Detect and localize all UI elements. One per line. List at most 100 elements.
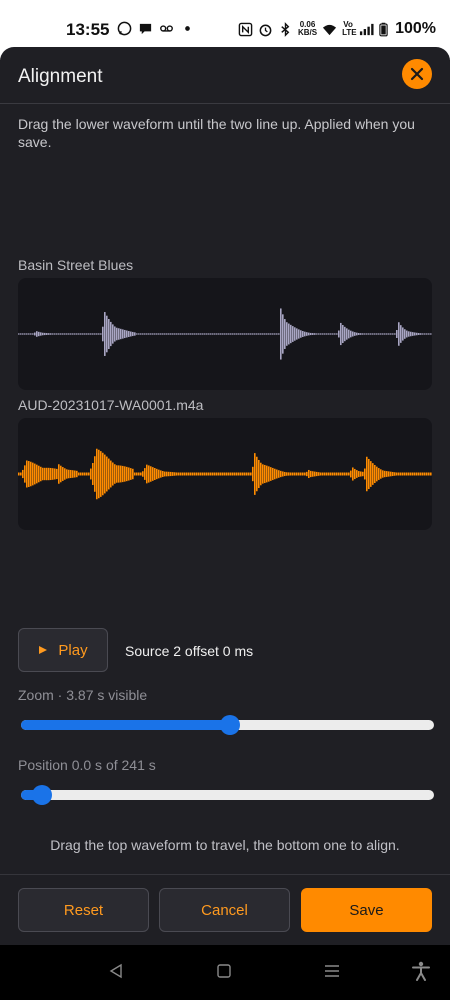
waveform-sample [84, 472, 86, 476]
waveform-sample [48, 333, 50, 335]
divider [0, 874, 450, 875]
waveform-sample [266, 333, 268, 335]
waveform-sample [74, 470, 76, 478]
play-button[interactable]: Play [18, 628, 108, 672]
waveform-sample [416, 332, 418, 336]
waveform-sample [320, 472, 322, 476]
home-icon[interactable] [216, 963, 232, 979]
waveform-sample [256, 333, 258, 335]
waveform-sample [222, 333, 224, 335]
reset-button[interactable]: Reset [18, 888, 149, 932]
waveform-sample [180, 333, 182, 335]
waveform-sample [298, 472, 300, 476]
waveform-sample [416, 472, 418, 476]
zoom-slider-thumb[interactable] [219, 715, 240, 735]
waveform-sample [200, 472, 202, 476]
waveform-sample [254, 333, 256, 335]
waveform-sample [276, 333, 278, 335]
waveform-sample [398, 472, 400, 476]
waveform-sample [26, 333, 28, 335]
waveform-sample [326, 472, 328, 476]
waveform-sample [388, 471, 390, 477]
close-button[interactable] [402, 59, 432, 89]
waveform-sample [48, 467, 50, 481]
waveform-sample [390, 471, 392, 477]
waveform-sample [284, 319, 286, 349]
position-slider[interactable] [21, 785, 434, 805]
waveform-sample [186, 472, 188, 476]
waveform-sample [258, 333, 260, 335]
waveform-sample [98, 333, 100, 335]
instructions-text: Drag the lower waveform until the two li… [18, 116, 415, 150]
waveform-sample [350, 470, 352, 478]
waveform-sample [406, 472, 408, 476]
waveform-sample [366, 456, 368, 492]
waveform-sample [242, 472, 244, 476]
position-label: Position 0.0 s of 241 s [18, 757, 156, 773]
waveform-sample [216, 333, 218, 335]
waveform-sample [268, 333, 270, 335]
waveform-sample [260, 333, 262, 335]
waveform-sample [420, 333, 422, 335]
waveform-sample [246, 472, 248, 476]
waveform-sample [300, 472, 302, 476]
waveform-sample [144, 333, 146, 335]
waveform-sample [288, 323, 290, 345]
zoom-slider[interactable] [21, 715, 434, 735]
waveform-sample [330, 472, 332, 476]
waveform-sample [172, 333, 174, 335]
waveform-sample [72, 470, 74, 478]
waveform-sample [152, 333, 154, 335]
waveform-sample [160, 333, 162, 335]
position-slider-thumb[interactable] [31, 785, 52, 805]
waveform-sample [308, 469, 310, 479]
waveform-sample [194, 333, 196, 335]
waveform-sample [380, 469, 382, 479]
waveform-sample [306, 471, 308, 477]
waveform-sample [374, 464, 376, 484]
waveform-sample [226, 472, 228, 476]
waveform-sample [304, 331, 306, 337]
waveform-sample [350, 330, 352, 338]
waveform-sample [346, 472, 348, 476]
waveform-sample [236, 472, 238, 476]
waveform-sample [226, 333, 228, 335]
waveform-sample [374, 333, 376, 335]
waveform-sample [96, 333, 98, 335]
waveform-sample [72, 333, 74, 335]
waveform-sample [240, 472, 242, 476]
waveform-sample [80, 472, 82, 476]
save-button[interactable]: Save [301, 888, 432, 932]
waveform-sample [128, 467, 130, 481]
waveform-sample [40, 332, 42, 336]
waveform-sample [318, 333, 320, 335]
waveform-sample [238, 333, 240, 335]
accessibility-icon[interactable] [412, 961, 430, 981]
waveform-sample [370, 333, 372, 335]
waveform-sample [122, 329, 124, 339]
waveform-sample [348, 329, 350, 339]
waveform-sample [92, 333, 94, 335]
waveform-sample [220, 333, 222, 335]
waveform-sample [388, 333, 390, 335]
recents-icon[interactable] [324, 963, 340, 979]
waveform-sample [40, 466, 42, 482]
waveform-sample [104, 312, 106, 356]
waveform-sample [98, 449, 100, 499]
waveform-sample [148, 333, 150, 335]
waveform-sample [418, 333, 420, 335]
waveform-sample [244, 472, 246, 476]
track2-waveform[interactable] [18, 418, 432, 530]
waveform-sample [336, 472, 338, 476]
waveform-sample [384, 333, 386, 335]
cancel-button[interactable]: Cancel [159, 888, 290, 932]
hint-text: Drag the top waveform to travel, the bot… [50, 837, 400, 853]
waveform-sample [260, 462, 262, 486]
waveform-sample [234, 472, 236, 476]
bluetooth-icon [281, 21, 290, 37]
track1-waveform[interactable] [18, 278, 432, 390]
waveform-sample [38, 465, 40, 483]
back-icon[interactable] [108, 963, 124, 979]
waveform-sample [402, 472, 404, 476]
waveform-sample [76, 333, 78, 335]
